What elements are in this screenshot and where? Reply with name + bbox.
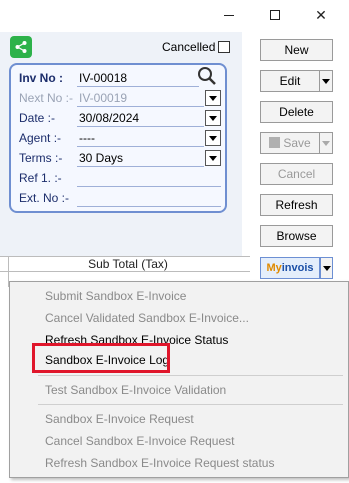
refresh-button[interactable]: Refresh — [260, 194, 333, 216]
myinvois-logo-invois: invois — [281, 262, 314, 274]
date-field[interactable]: 30/08/2024 — [77, 110, 204, 127]
myinvois-context-menu: Submit Sandbox E-Invoice Cancel Validate… — [9, 281, 349, 478]
new-button[interactable]: New — [260, 39, 333, 61]
menu-item-cancel-sandbox-request[interactable]: Cancel Sandbox E-Invoice Request — [45, 434, 234, 448]
close-icon: ✕ — [315, 6, 327, 23]
edit-button[interactable]: Edit — [260, 70, 320, 92]
ext-no-field[interactable] — [77, 190, 221, 207]
minimize-icon — [224, 14, 234, 16]
subtotal-tax-column-header[interactable]: Sub Total (Tax) — [8, 257, 248, 272]
maximize-button[interactable] — [252, 4, 298, 26]
share-icon[interactable] — [10, 36, 32, 58]
chevron-down-icon — [322, 265, 331, 271]
chevron-down-icon — [322, 78, 330, 84]
save-label: Save — [283, 136, 311, 150]
myinvois-dropdown-button[interactable] — [320, 257, 333, 279]
save-button[interactable]: Save — [260, 132, 320, 154]
menu-item-refresh-sandbox-request-status[interactable]: Refresh Sandbox E-Invoice Request status — [45, 456, 274, 470]
highlight-box — [32, 343, 170, 373]
menu-separator — [38, 375, 343, 376]
cancelled-label: Cancelled — [162, 40, 216, 54]
save-icon — [269, 137, 281, 148]
terms-dropdown[interactable] — [205, 150, 221, 166]
next-no-dropdown[interactable] — [205, 90, 221, 106]
save-dropdown-button[interactable] — [319, 132, 333, 154]
close-button[interactable]: ✕ — [298, 4, 344, 26]
edit-dropdown-button[interactable] — [319, 70, 333, 92]
inv-no-field[interactable]: IV-00018 — [77, 70, 199, 87]
ext-no-label: Ext. No :- — [19, 191, 70, 205]
next-no-field: IV-00019 — [77, 90, 204, 107]
cancelled-checkbox[interactable] — [218, 41, 231, 53]
myinvois-button[interactable]: My invois — [260, 257, 320, 279]
menu-separator — [38, 404, 343, 405]
maximize-icon — [270, 10, 280, 20]
search-icon[interactable] — [197, 66, 217, 86]
date-dropdown[interactable] — [205, 110, 221, 126]
terms-label: Terms :- — [19, 151, 63, 165]
agent-field[interactable]: ---- — [77, 130, 204, 147]
menu-item-test-sandbox-validation[interactable]: Test Sandbox E-Invoice Validation — [45, 383, 226, 397]
ref-field[interactable] — [77, 170, 221, 187]
agent-label: Agent :- — [19, 131, 62, 145]
terms-field[interactable]: 30 Days — [77, 150, 204, 167]
chevron-down-icon — [322, 140, 330, 146]
cancelled-toggle[interactable]: Cancelled — [162, 40, 231, 54]
minimize-button[interactable] — [206, 4, 252, 26]
agent-dropdown[interactable] — [205, 130, 221, 146]
menu-item-sandbox-request[interactable]: Sandbox E-Invoice Request — [45, 412, 194, 426]
inv-no-label: Inv No : — [19, 71, 63, 85]
cancel-button[interactable]: Cancel — [260, 163, 333, 185]
browse-button[interactable]: Browse — [260, 225, 333, 247]
myinvois-logo-my: My — [266, 262, 282, 274]
next-no-label: Next No :- — [19, 91, 74, 105]
ref-label: Ref 1. :- — [19, 171, 62, 185]
invoice-info-panel: Inv No : IV-00018 Next No :- IV-00019 Da… — [9, 63, 227, 213]
menu-item-submit-sandbox[interactable]: Submit Sandbox E-Invoice — [45, 289, 186, 303]
delete-button[interactable]: Delete — [260, 101, 333, 123]
date-label: Date :- — [19, 111, 56, 125]
menu-item-cancel-validated-sandbox[interactable]: Cancel Validated Sandbox E-Invoice... — [45, 311, 249, 325]
